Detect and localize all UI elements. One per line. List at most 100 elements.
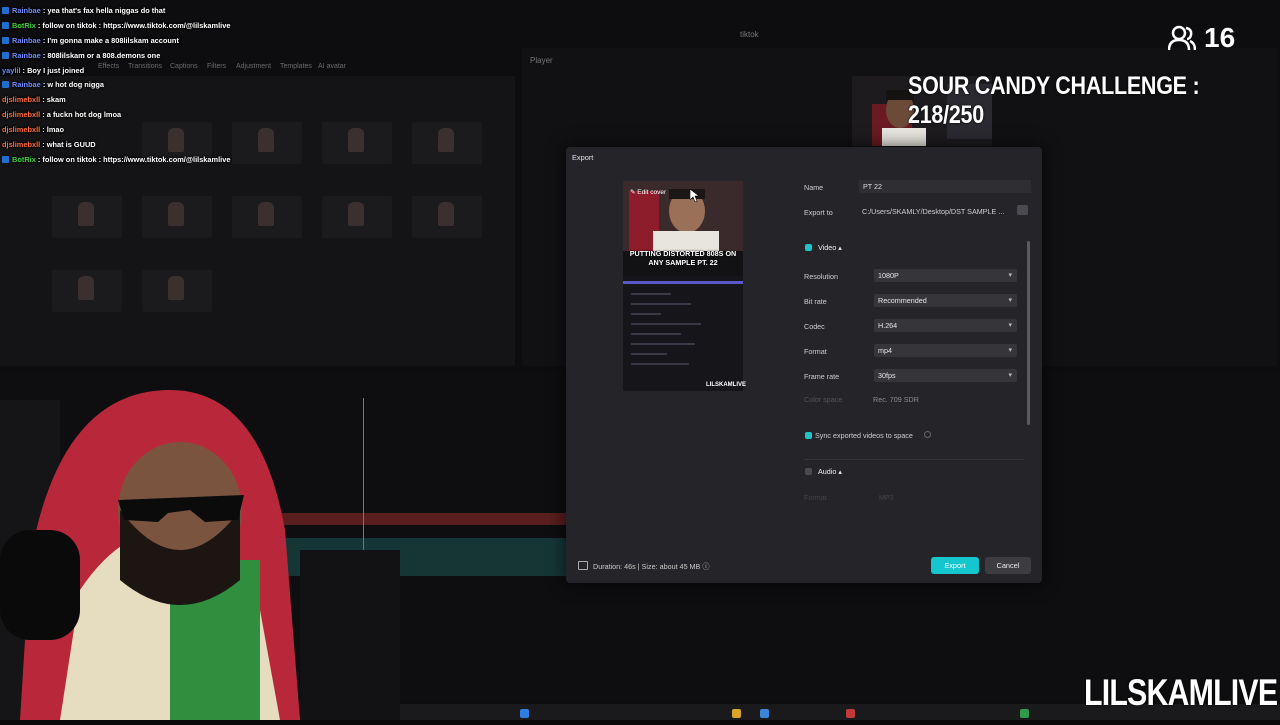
info-icon[interactable] [924, 431, 931, 438]
sync-checkbox[interactable] [805, 432, 812, 439]
media-thumbnail[interactable] [322, 196, 392, 238]
chat-username[interactable]: Rainbae [12, 6, 41, 15]
chevron-down-icon: ▾ [1008, 372, 1012, 379]
chat-username[interactable]: djslimebxll [2, 110, 40, 119]
chat-badge-icon [2, 21, 9, 29]
audio-checkbox[interactable] [805, 468, 812, 475]
folder-icon[interactable] [1017, 205, 1028, 215]
cover-caption: PUTTING DISTORTED 808S ON ANY SAMPLE PT.… [629, 249, 737, 267]
stream-chat: Rainbae : yea that's fax hella niggas do… [2, 4, 302, 168]
setting-value: 1080P [878, 271, 899, 280]
chat-username[interactable]: yaylil [2, 66, 21, 75]
export-button[interactable]: Export [931, 557, 979, 574]
viewer-count: 16 [1204, 22, 1236, 53]
export-path-field[interactable]: C:/Users/SKAMLY/Desktop/DST SAMPLE ... [859, 205, 1012, 218]
folder-icon[interactable] [732, 709, 741, 718]
media-thumbnail[interactable] [412, 196, 482, 238]
chat-text: follow on tiktok : https://www.tiktok.co… [42, 20, 231, 30]
chat-message: Rainbae : 808lilskam or a 808.demons one [2, 49, 302, 64]
media-thumbnail[interactable] [232, 196, 302, 238]
media-thumbnail[interactable] [142, 270, 212, 312]
setting-dropdown[interactable]: mp4 ▾ [874, 344, 1017, 357]
setting-value: H.264 [878, 321, 898, 330]
audio-format-label: Format [804, 493, 827, 502]
chat-username[interactable]: BotRix [12, 155, 36, 164]
media-thumbnail[interactable] [142, 196, 212, 238]
media-thumbnail[interactable] [322, 122, 392, 164]
sync-label: Sync exported videos to space [815, 431, 913, 440]
start-icon[interactable] [520, 709, 529, 718]
app-icon[interactable] [760, 709, 769, 718]
webcam-overlay [0, 330, 400, 720]
edit-cover-label: Edit cover [637, 189, 667, 196]
color-space-value: Rec. 709 SDR [873, 395, 919, 404]
video-section-label[interactable]: Video ▴ [818, 243, 842, 252]
setting-label: Bit rate [804, 297, 827, 306]
chat-message: Rainbae : w hot dog nigga [2, 78, 302, 93]
setting-value: mp4 [878, 346, 892, 355]
cover-preview[interactable] [623, 181, 743, 391]
media-thumbnail[interactable] [52, 196, 122, 238]
chat-message: BotRix : follow on tiktok : https://www.… [2, 153, 302, 168]
channel-brand: LILSKAMLIVE [1084, 672, 1278, 713]
chat-message: djslimebxll : a fuckn hot dog lmoa [2, 108, 302, 123]
chevron-down-icon: ▾ [1008, 322, 1012, 329]
setting-dropdown[interactable]: 1080P ▾ [874, 269, 1017, 282]
chat-username[interactable]: BotRix [12, 21, 36, 30]
chevron-down-icon: ▾ [1008, 272, 1012, 279]
chat-badge-icon [2, 81, 9, 89]
chat-text: what is GUUD [46, 140, 96, 150]
setting-value: 30fps [878, 371, 896, 380]
color-space-label: Color space [804, 395, 843, 404]
streamer-image [0, 390, 400, 720]
name-input[interactable] [859, 180, 1031, 193]
app-title: tiktok [740, 30, 759, 39]
chevron-up-icon: ▴ [838, 243, 842, 252]
chat-message: BotRix : follow on tiktok : https://www.… [2, 19, 302, 34]
cover-image [623, 181, 743, 391]
viewers-icon [1167, 25, 1197, 58]
divider [804, 459, 1024, 460]
cancel-button[interactable]: Cancel [985, 557, 1031, 574]
audio-section-label[interactable]: Audio ▴ [818, 467, 842, 476]
export-info-text: Duration: 46s | Size: about 45 MB [593, 562, 701, 571]
chevron-down-icon: ▾ [1008, 297, 1012, 304]
chat-message: djslimebxll : skam [2, 93, 302, 108]
media-thumbnail[interactable] [52, 270, 122, 312]
video-checkbox[interactable] [805, 244, 812, 251]
mouse-cursor-icon [690, 189, 699, 202]
chevron-down-icon: ▾ [1008, 347, 1012, 354]
setting-dropdown[interactable]: Recommended ▾ [874, 294, 1017, 307]
tab-ai-avatar[interactable]: AI avatar [318, 63, 346, 70]
chat-username[interactable]: djslimebxll [2, 140, 40, 149]
info-icon[interactable]: ⓘ [702, 562, 709, 571]
chat-text: w hot dog nigga [47, 80, 104, 90]
chat-badge-icon [2, 7, 9, 14]
chat-text: Boy I just joined [27, 65, 85, 75]
setting-label: Format [804, 347, 827, 356]
edit-cover-button[interactable]: ✎ Edit cover [630, 188, 666, 196]
chat-username[interactable]: Rainbae [12, 36, 41, 45]
chat-text: yea that's fax hella niggas do that [47, 6, 166, 15]
scrollbar[interactable] [1027, 241, 1030, 425]
chat-username[interactable]: djslimebxll [2, 125, 40, 134]
setting-label: Frame rate [804, 372, 840, 381]
chat-message: Rainbae : yea that's fax hella niggas do… [2, 4, 302, 19]
chat-message: djslimebxll : what is GUUD [2, 138, 302, 153]
setting-label: Resolution [804, 272, 838, 281]
chat-username[interactable]: Rainbae [12, 80, 41, 89]
setting-dropdown[interactable]: 30fps ▾ [874, 369, 1017, 382]
chat-username[interactable]: Rainbae [12, 51, 41, 60]
chat-separator: : [40, 110, 47, 120]
media-thumbnail[interactable] [412, 122, 482, 164]
setting-dropdown[interactable]: H.264 ▾ [874, 319, 1017, 332]
app-icon[interactable] [1020, 709, 1029, 718]
cover-watermark: LILSKAMLIVE [706, 382, 746, 388]
video-section-text: Video [818, 243, 837, 252]
chat-text: lmao [46, 125, 65, 135]
chat-message: djslimebxll : lmao [2, 123, 302, 138]
app-icon[interactable] [846, 709, 855, 718]
player-label: Player [530, 56, 553, 65]
chat-text: skam [46, 95, 66, 105]
chat-username[interactable]: djslimebxll [2, 95, 40, 104]
